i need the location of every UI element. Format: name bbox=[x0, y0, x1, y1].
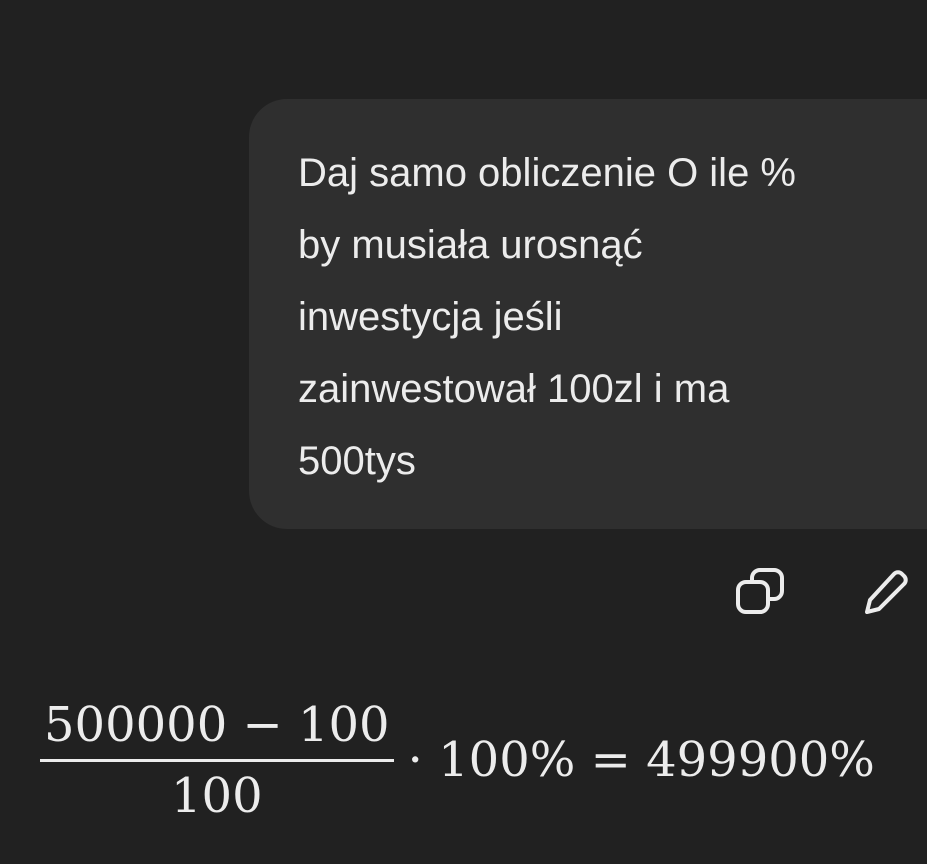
fraction: 500000 − 100 100 bbox=[40, 697, 394, 824]
pencil-icon bbox=[865, 570, 908, 614]
fraction-denominator: 100 bbox=[170, 767, 263, 824]
user-message-bubble: Daj samo obliczenie O ile % by musiała u… bbox=[249, 99, 927, 529]
equation-result: · 100% = 499900% bbox=[407, 732, 875, 788]
copy-icon bbox=[736, 568, 784, 614]
edit-button[interactable] bbox=[855, 562, 915, 622]
user-message-text: Daj samo obliczenie O ile % by musiała u… bbox=[298, 151, 796, 483]
assistant-math-answer: 500000 − 100 100 · 100% = 499900% bbox=[40, 690, 875, 830]
fraction-numerator: 500000 − 100 bbox=[44, 696, 390, 753]
copy-button[interactable] bbox=[731, 562, 791, 622]
